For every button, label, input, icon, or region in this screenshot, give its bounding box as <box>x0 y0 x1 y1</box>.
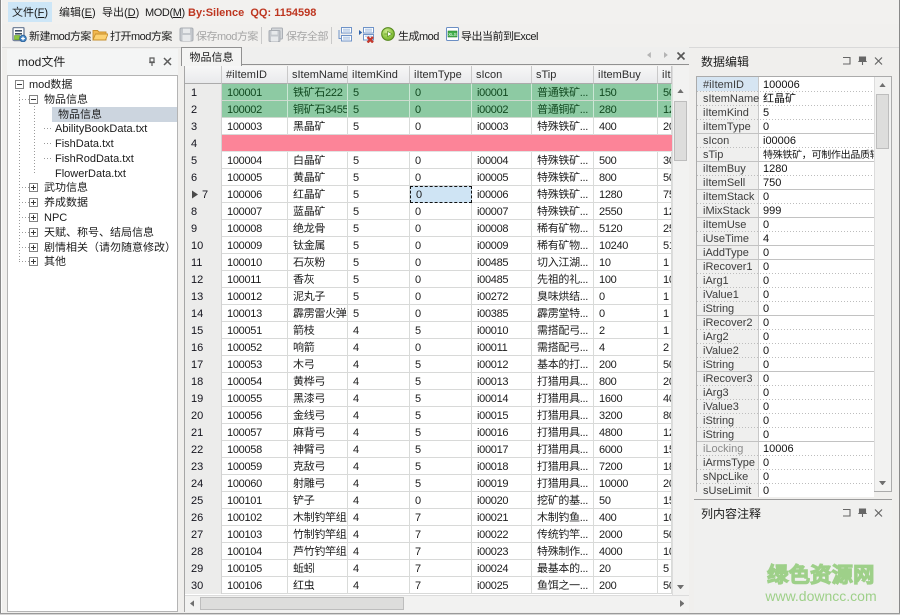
svg-text:XLS: XLS <box>448 32 457 37</box>
